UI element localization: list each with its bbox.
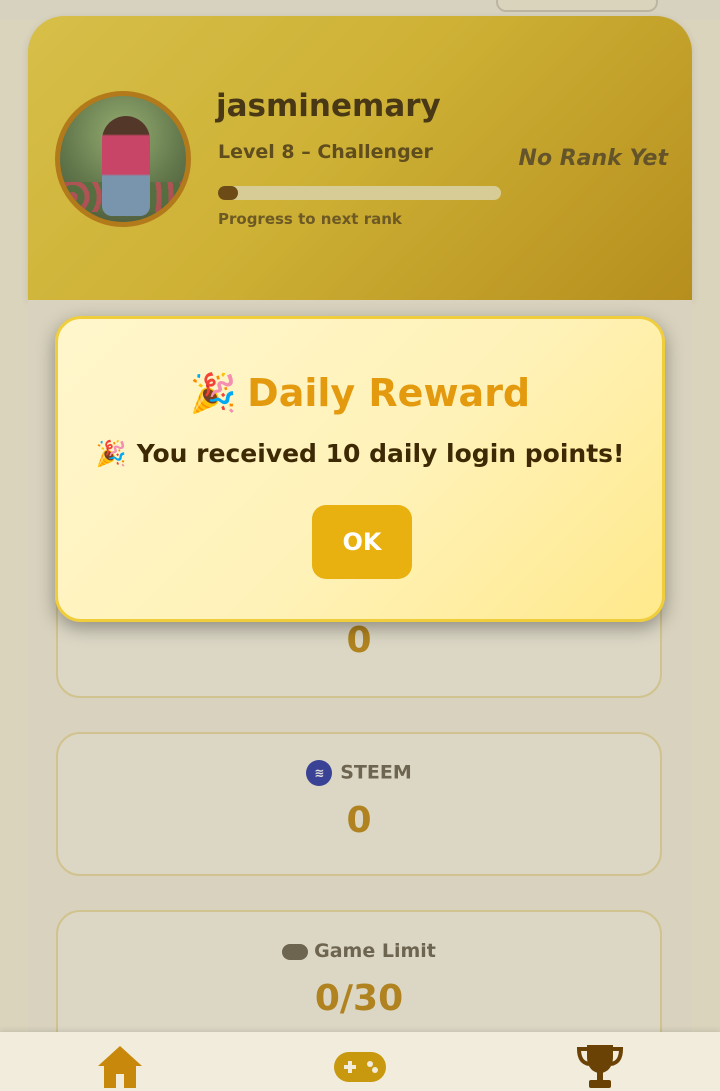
party-popper-icon: 🎉: [95, 439, 127, 468]
party-popper-icon: 🎉: [189, 371, 238, 415]
nav-home[interactable]: [90, 1042, 150, 1090]
nav-leaderboard[interactable]: [570, 1042, 630, 1090]
dialog-message-row: 🎉 You received 10 daily login points!: [58, 439, 662, 469]
bottom-nav: [0, 1032, 720, 1091]
dialog-message: You received 10 daily login points!: [136, 439, 625, 468]
daily-reward-dialog: 🎉 Daily Reward 🎉 You received 10 daily log…: [55, 316, 665, 622]
gamepad-icon: [334, 1052, 386, 1082]
ok-button[interactable]: OK: [312, 505, 412, 579]
dialog-title: Daily Reward: [247, 371, 531, 415]
home-icon: [98, 1046, 142, 1088]
nav-games[interactable]: [330, 1042, 390, 1090]
trophy-icon: [576, 1045, 624, 1088]
dialog-title-row: 🎉 Daily Reward: [58, 371, 662, 416]
